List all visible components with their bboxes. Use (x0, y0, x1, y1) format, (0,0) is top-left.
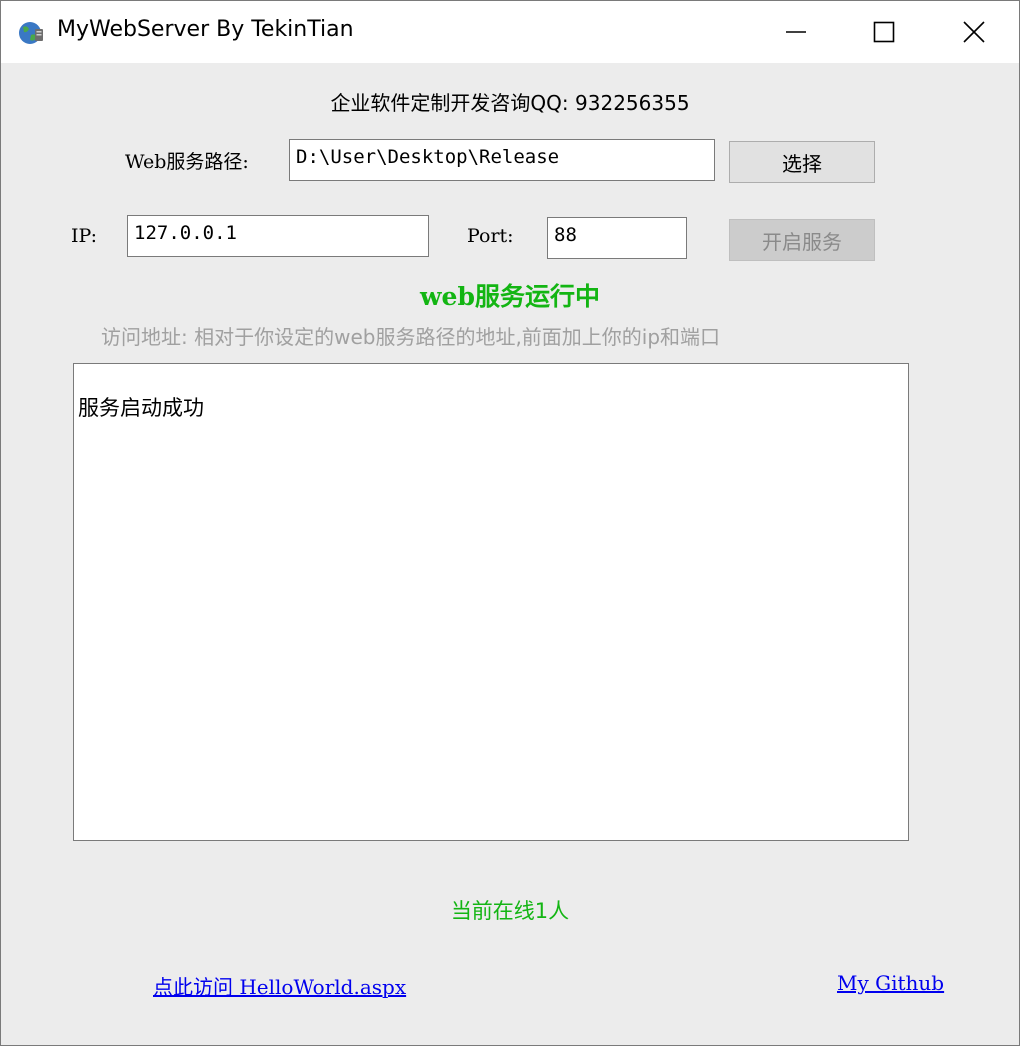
close-icon (963, 21, 985, 43)
minimize-icon (786, 31, 806, 33)
port-input[interactable]: 88 (547, 217, 687, 259)
start-service-button[interactable]: 开启服务 (729, 219, 875, 261)
online-count-text: 当前在线1人 (450, 899, 570, 923)
access-hint-text: 访问地址: 相对于你设定的web服务路径的地址,前面加上你的ip和端口 (101, 325, 721, 349)
window-title: MyWebServer By TekinTian (57, 17, 354, 42)
minimize-button[interactable] (751, 1, 841, 63)
log-output-box[interactable]: 服务启动成功 (73, 363, 909, 841)
log-line: 服务启动成功 (78, 396, 204, 420)
maximize-icon (873, 21, 895, 43)
github-link[interactable]: My Github (837, 971, 944, 995)
globe-icon (19, 22, 43, 44)
service-status-text: web服务运行中 (420, 282, 600, 311)
port-label: Port: (467, 225, 514, 247)
web-path-label: Web服务路径: (125, 151, 249, 173)
close-button[interactable] (929, 1, 1019, 63)
title-bar[interactable]: MyWebServer By TekinTian (1, 1, 1019, 63)
helloworld-link[interactable]: 点此访问 HelloWorld.aspx (153, 971, 406, 1000)
app-window: MyWebServer By TekinTian 企业软件定制开发咨询QQ: 9… (0, 0, 1020, 1046)
web-path-input[interactable]: D:\User\Desktop\Release (289, 139, 715, 181)
choose-path-button[interactable]: 选择 (729, 141, 875, 183)
qq-contact-text: 企业软件定制开发咨询QQ: 932256355 (330, 91, 690, 115)
ip-input[interactable]: 127.0.0.1 (127, 215, 429, 257)
maximize-button[interactable] (839, 1, 929, 63)
ip-label: IP: (71, 225, 98, 247)
